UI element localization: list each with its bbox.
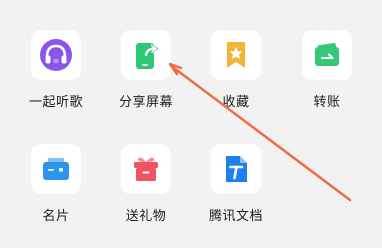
app-listen-together[interactable]: 一起听歌 bbox=[16, 30, 96, 118]
app-tile[interactable] bbox=[31, 30, 81, 80]
app-tile[interactable] bbox=[31, 144, 81, 194]
app-tencent-docs[interactable]: 腾讯文档 bbox=[196, 144, 276, 232]
app-share-screen[interactable]: 分享屏幕 bbox=[106, 30, 186, 118]
app-label: 转账 bbox=[313, 95, 341, 110]
share-screen-icon bbox=[128, 37, 164, 73]
tencent-docs-icon bbox=[218, 151, 254, 187]
app-business-card[interactable]: 名片 bbox=[16, 144, 96, 232]
app-tile[interactable] bbox=[302, 30, 352, 80]
app-label: 送礼物 bbox=[125, 209, 167, 224]
app-grid-panel: 一起听歌 分享屏幕 收藏 转账 名片 送礼物 腾讯文档 bbox=[0, 0, 382, 248]
app-label: 收藏 bbox=[222, 95, 250, 110]
app-label: 名片 bbox=[42, 209, 70, 224]
app-tile[interactable] bbox=[211, 30, 261, 80]
app-tile[interactable] bbox=[211, 144, 261, 194]
gift-icon bbox=[128, 151, 164, 187]
music-headphones-icon bbox=[38, 37, 74, 73]
app-label: 腾讯文档 bbox=[208, 209, 263, 224]
app-tile[interactable] bbox=[121, 30, 171, 80]
app-label: 分享屏幕 bbox=[118, 95, 173, 110]
business-card-icon bbox=[38, 151, 74, 187]
app-transfer[interactable]: 转账 bbox=[287, 30, 367, 118]
app-tile[interactable] bbox=[121, 144, 171, 194]
app-label: 一起听歌 bbox=[28, 95, 83, 110]
favorites-star-icon bbox=[218, 37, 254, 73]
transfer-wallet-icon bbox=[309, 37, 345, 73]
app-favorites[interactable]: 收藏 bbox=[196, 30, 276, 118]
app-send-gift[interactable]: 送礼物 bbox=[106, 144, 186, 232]
